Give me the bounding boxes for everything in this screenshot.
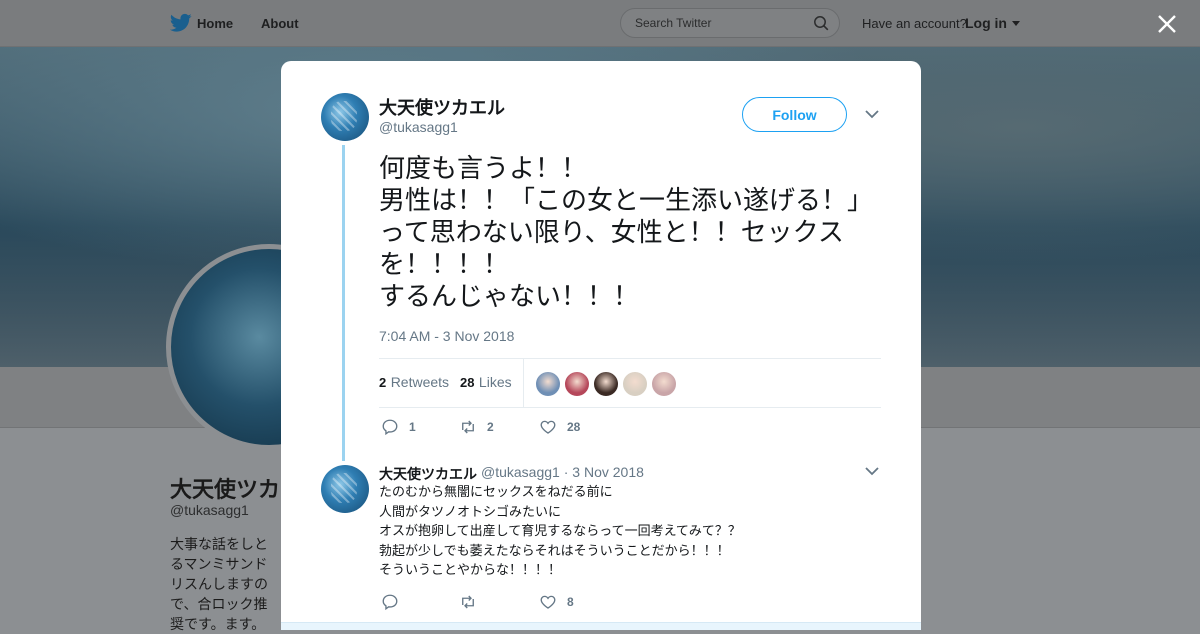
like-count: 28 (567, 420, 581, 434)
stats-divider (523, 359, 524, 407)
reply-text: たのむから無闇にセックスをねだる前に 人間がタツノオトシゴみたいに オスが抱卵し… (379, 485, 741, 578)
background-profile-handle: @tukasagg1 (170, 502, 249, 518)
background-profile-bio: 大事な話をしとるマンミサンドリスんしますので、合ロック推奨です。ます。 (170, 536, 268, 632)
liker-avatar[interactable] (535, 371, 561, 397)
login-label: Log in (965, 15, 1007, 31)
reply-author-handle[interactable]: @tukasagg1 (481, 464, 560, 480)
liker-avatar[interactable] (622, 371, 648, 397)
liker-avatar[interactable] (593, 371, 619, 397)
retweets-stat[interactable]: 2 Retweets (379, 374, 449, 392)
follow-button[interactable]: Follow (742, 97, 847, 132)
heart-icon (540, 595, 556, 609)
reply-reply-action[interactable] (381, 593, 409, 611)
likes-label: Likes (478, 374, 512, 390)
heart-icon (540, 420, 556, 434)
search-input[interactable] (633, 15, 807, 31)
retweets-label: Retweets (390, 374, 450, 390)
reply-like-action[interactable]: 8 (539, 593, 574, 611)
caret-down-icon (1011, 21, 1020, 27)
search-icon[interactable] (813, 15, 829, 31)
reply-author-name[interactable]: 大天使ツカエル (379, 464, 477, 484)
retweet-action[interactable]: 2 (459, 418, 494, 436)
top-navigation-bar: Home About Have an account? Log in (0, 0, 1200, 47)
likes-stat[interactable]: 28 Likes (460, 374, 512, 392)
reply-author-avatar[interactable] (321, 465, 369, 513)
retweets-count: 2 (379, 375, 387, 390)
tweet-modal: 大天使ツカエル @tukasagg1 Follow 何度も言うよ！！ 男性は！！… (281, 61, 921, 630)
twitter-bird-icon[interactable] (170, 13, 192, 33)
author-name[interactable]: 大天使ツカエル (379, 94, 505, 120)
reply-separator: · (563, 464, 569, 480)
tweet-text: 何度も言うよ！！ 男性は！！「この女と一生添い遂げる！」って思わない限り、女性と… (379, 154, 874, 312)
retweet-icon (462, 420, 474, 434)
tweet-stats: 2 Retweets 28 Likes (379, 358, 881, 408)
tweet-timestamp[interactable]: 7:04 AM - 3 Nov 2018 (379, 328, 514, 344)
author-avatar[interactable] (321, 93, 369, 141)
reply-action[interactable]: 1 (381, 418, 416, 436)
reply-icon (382, 594, 398, 611)
reply-like-count: 8 (567, 595, 574, 609)
retweet-icon (462, 595, 474, 609)
like-action[interactable]: 28 (539, 418, 580, 436)
liker-avatar[interactable] (651, 371, 677, 397)
search-box (620, 8, 840, 38)
reply-meta: @tukasagg1 · 3 Nov 2018 (481, 464, 644, 480)
nav-about-link[interactable]: About (261, 16, 299, 31)
reply-date[interactable]: 3 Nov 2018 (572, 464, 644, 480)
close-icon[interactable] (1155, 12, 1179, 36)
have-account-text: Have an account? (862, 16, 967, 31)
reply-retweet-action[interactable] (459, 593, 487, 611)
likes-count: 28 (460, 375, 475, 390)
modal-bottom-edge (281, 622, 921, 630)
reply-chevron-down-icon[interactable] (865, 466, 879, 476)
reply-count: 1 (409, 420, 416, 434)
thread-connector-line (342, 145, 345, 461)
reply-icon (382, 419, 398, 436)
retweet-count: 2 (487, 420, 494, 434)
login-button[interactable]: Log in (965, 15, 1020, 31)
chevron-down-icon[interactable] (865, 109, 879, 119)
nav-home-link[interactable]: Home (197, 16, 233, 31)
author-handle[interactable]: @tukasagg1 (379, 119, 458, 135)
liker-avatar[interactable] (564, 371, 590, 397)
